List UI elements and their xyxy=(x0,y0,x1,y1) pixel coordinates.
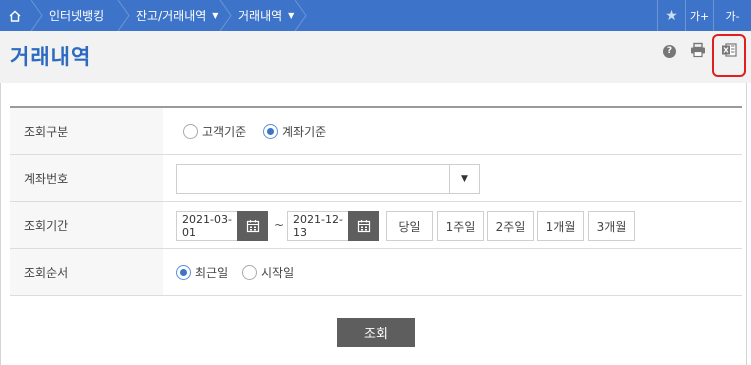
print-icon[interactable] xyxy=(690,42,706,58)
breadcrumb-label: 잔고/거래내역 xyxy=(136,9,207,23)
home-button[interactable] xyxy=(0,0,30,31)
start-date-input[interactable]: 2021-03-01 xyxy=(176,211,238,241)
calendar-icon xyxy=(246,220,259,233)
star-icon: ★ xyxy=(665,7,678,24)
breadcrumb-internet-banking[interactable]: 인터넷뱅킹 xyxy=(49,0,104,31)
font-decrease-label: 가- xyxy=(725,9,740,23)
end-date-input[interactable]: 2021-12-13 xyxy=(287,211,349,241)
chevron-down-icon: ▼ xyxy=(212,11,219,20)
period-2week-button[interactable]: 2주일 xyxy=(487,211,534,241)
inquiry-type-label: 조회구분 xyxy=(10,108,163,154)
period-3month-button[interactable]: 3개월 xyxy=(588,211,635,241)
end-date-calendar-button[interactable] xyxy=(348,211,379,241)
breadcrumb-balance-transactions[interactable]: 잔고/거래내역 ▼ xyxy=(136,0,218,31)
breadcrumb-separator xyxy=(30,0,43,31)
breadcrumb-label: 인터넷뱅킹 xyxy=(49,9,105,23)
font-increase-button[interactable]: 가+ xyxy=(685,0,713,31)
font-increase-label: 가+ xyxy=(689,9,710,23)
chevron-down-icon[interactable]: ▼ xyxy=(449,165,479,193)
page-title: 거래내역 xyxy=(10,45,92,69)
radio-recent-first[interactable]: 최근일 xyxy=(176,264,228,281)
breadcrumb-separator xyxy=(294,0,307,31)
radio-label: 계좌기준 xyxy=(282,125,327,139)
period-label: 조회기간 xyxy=(10,202,163,248)
breadcrumb-separator xyxy=(219,0,232,31)
breadcrumb-label: 거래내역 xyxy=(238,9,283,23)
inquiry-form: 조회구분 고객기준 계좌기준 계좌번호 ▼ 조회기간 2021-03-01 ~ … xyxy=(10,106,742,296)
account-number-select[interactable]: ▼ xyxy=(176,164,480,194)
breadcrumb-separator xyxy=(117,0,130,31)
form-row-period: 조회기간 2021-03-01 ~ 2021-12-13 당일 1주일 2주일 … xyxy=(10,202,742,249)
home-icon xyxy=(9,10,21,22)
radio-start-first[interactable]: 시작일 xyxy=(242,264,294,281)
form-row-inquiry-type: 조회구분 고객기준 계좌기준 xyxy=(10,108,742,155)
account-number-label: 계좌번호 xyxy=(10,155,163,201)
radio-label: 최근일 xyxy=(195,266,229,280)
radio-label: 시작일 xyxy=(261,266,295,280)
period-1month-button[interactable]: 1개월 xyxy=(537,211,584,241)
help-icon[interactable]: ? xyxy=(663,45,676,58)
period-today-button[interactable]: 당일 xyxy=(386,211,433,241)
radio-circle-selected xyxy=(176,265,191,280)
order-label: 조회순서 xyxy=(10,249,163,295)
date-range-separator: ~ xyxy=(274,218,285,232)
favorite-button[interactable]: ★ xyxy=(657,0,685,31)
start-date-calendar-button[interactable] xyxy=(237,211,268,241)
radio-circle xyxy=(242,265,257,280)
period-1week-button[interactable]: 1주일 xyxy=(437,211,484,241)
content-border-left xyxy=(0,83,1,365)
radio-customer-basis[interactable]: 고객기준 xyxy=(183,123,246,140)
radio-circle xyxy=(183,124,198,139)
radio-circle-selected xyxy=(263,124,278,139)
top-nav-bar: 인터넷뱅킹 잔고/거래내역 ▼ 거래내역 ▼ ★ 가+ 가- xyxy=(0,0,751,31)
content-border-right xyxy=(746,83,747,365)
calendar-icon xyxy=(357,220,370,233)
breadcrumb-transactions[interactable]: 거래내역 ▼ xyxy=(238,0,294,31)
page-header: 거래내역 xyxy=(0,31,751,83)
form-row-account-number: 계좌번호 ▼ xyxy=(10,155,742,202)
search-button[interactable]: 조회 xyxy=(337,318,415,347)
excel-icon[interactable] xyxy=(721,42,737,58)
radio-label: 고객기준 xyxy=(202,125,247,139)
radio-account-basis[interactable]: 계좌기준 xyxy=(263,123,326,140)
font-decrease-button[interactable]: 가- xyxy=(713,0,751,31)
form-row-order: 조회순서 최근일 시작일 xyxy=(10,249,742,296)
